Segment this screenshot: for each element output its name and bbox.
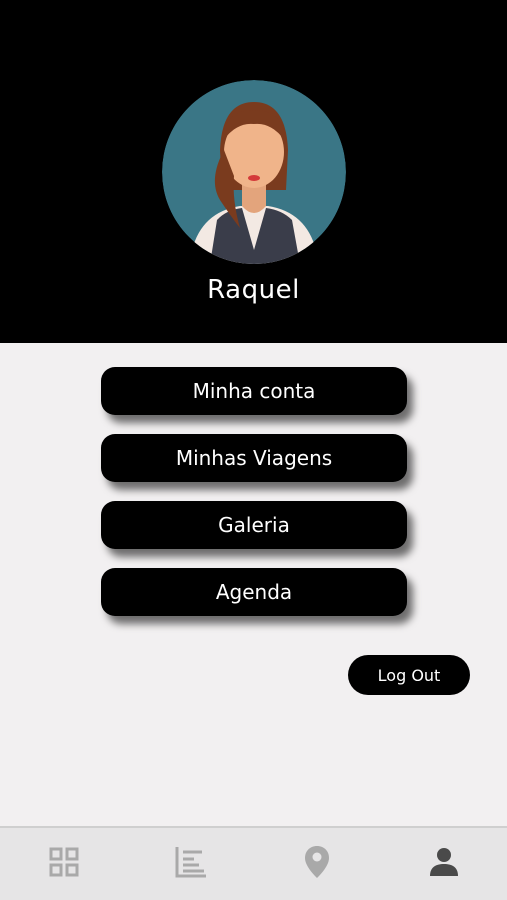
menu-button-minhas-viagens[interactable]: Minhas Viagens bbox=[101, 434, 407, 482]
profile-header: Raquel bbox=[0, 0, 507, 343]
menu-button-minha-conta[interactable]: Minha conta bbox=[101, 367, 407, 415]
nav-item-home[interactable] bbox=[42, 842, 86, 886]
person-icon bbox=[429, 847, 459, 881]
nav-item-list[interactable] bbox=[169, 842, 213, 886]
location-pin-icon bbox=[304, 845, 330, 883]
list-chart-icon bbox=[174, 845, 208, 883]
user-name: Raquel bbox=[207, 275, 300, 305]
nav-item-profile[interactable] bbox=[422, 842, 466, 886]
grid-icon bbox=[49, 847, 79, 881]
nav-item-map[interactable] bbox=[295, 842, 339, 886]
bottom-nav bbox=[0, 826, 507, 900]
menu-button-agenda[interactable]: Agenda bbox=[101, 568, 407, 616]
woman-avatar-icon[interactable] bbox=[162, 80, 346, 264]
menu-button-galeria[interactable]: Galeria bbox=[101, 501, 407, 549]
logout-button[interactable]: Log Out bbox=[348, 655, 470, 695]
